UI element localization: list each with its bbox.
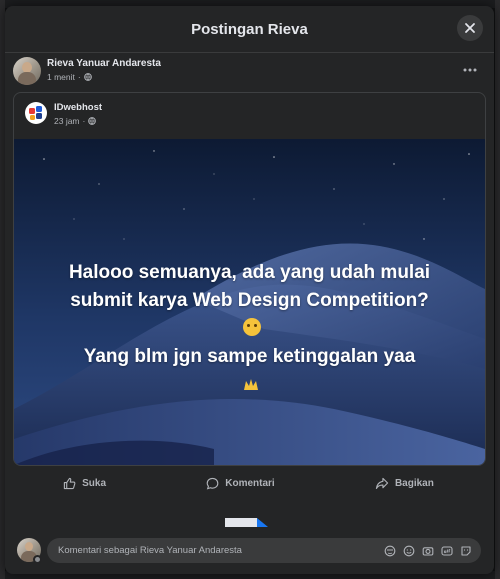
post-meta: 1 menit · bbox=[47, 72, 92, 82]
share-button[interactable]: Bagikan bbox=[355, 473, 454, 494]
shared-post-time[interactable]: 23 jam bbox=[54, 116, 80, 126]
shared-post: IDwebhost 23 jam · Halooo semuanya, ada … bbox=[13, 92, 486, 466]
comment-bubble-icon bbox=[206, 477, 219, 490]
loading-indicator bbox=[225, 518, 268, 527]
comment-label: Komentari bbox=[225, 477, 275, 489]
dialog-title: Postingan Rieva bbox=[191, 20, 308, 38]
avatar-sticker-icon bbox=[384, 545, 396, 556]
post-header: Rieva Yanuar Andaresta 1 menit · bbox=[13, 57, 483, 89]
page-name[interactable]: IDwebhost bbox=[54, 102, 102, 113]
post-dialog: Postingan Rieva Rieva Yanuar Andaresta 1… bbox=[5, 6, 494, 574]
gif-button[interactable] bbox=[441, 545, 453, 557]
gif-icon bbox=[441, 545, 453, 556]
sticker-button[interactable] bbox=[460, 545, 472, 557]
share-arrow-icon bbox=[375, 477, 389, 489]
backdrop bbox=[495, 0, 500, 579]
more-options-button[interactable] bbox=[461, 63, 479, 77]
close-icon bbox=[465, 23, 475, 33]
like-label: Suka bbox=[82, 477, 107, 489]
dialog-header: Postingan Rieva bbox=[5, 6, 494, 53]
caption-line: Halooo semuanya, ada yang udah mulai bbox=[68, 262, 431, 283]
caption-line: submit karya Web Design Competition? bbox=[14, 287, 485, 343]
comment-box bbox=[47, 538, 481, 563]
author-name[interactable]: Rieva Yanuar Andaresta bbox=[47, 58, 161, 69]
avatar-sticker-button[interactable] bbox=[384, 545, 396, 557]
comment-tools bbox=[384, 545, 472, 557]
sticker-icon bbox=[461, 545, 471, 556]
comment-composer bbox=[13, 534, 484, 568]
globe-icon bbox=[83, 73, 92, 81]
meta-separator: · bbox=[77, 72, 81, 82]
meta-separator: · bbox=[82, 116, 86, 126]
camera-icon bbox=[422, 546, 434, 556]
thumbs-up-icon bbox=[63, 477, 76, 489]
post-image[interactable]: Halooo semuanya, ada yang udah mulai sub… bbox=[14, 139, 485, 465]
post-time[interactable]: 1 menit bbox=[47, 72, 75, 82]
more-dots-icon bbox=[463, 68, 477, 72]
globe-icon bbox=[88, 117, 97, 125]
post-actions: Suka Komentari Bagikan bbox=[13, 468, 484, 498]
shared-post-header: IDwebhost 23 jam · bbox=[14, 93, 485, 139]
comment-input[interactable] bbox=[56, 544, 380, 557]
caption-line: Yang blm jgn sampe ketinggalan yaa bbox=[14, 343, 485, 399]
comment-button[interactable]: Komentari bbox=[186, 473, 294, 494]
camera-button[interactable] bbox=[422, 545, 434, 557]
share-label: Bagikan bbox=[394, 477, 434, 489]
like-button[interactable]: Suka bbox=[43, 473, 126, 494]
shared-post-meta: 23 jam · bbox=[54, 116, 97, 126]
close-button[interactable] bbox=[457, 15, 483, 41]
emoji-icon bbox=[403, 545, 415, 556]
thinking-face-emoji bbox=[242, 318, 261, 336]
page-logo[interactable] bbox=[25, 102, 47, 124]
author-avatar[interactable] bbox=[13, 57, 41, 85]
status-indicator bbox=[33, 555, 42, 564]
post-caption: Halooo semuanya, ada yang udah mulai sub… bbox=[14, 259, 485, 399]
raising-hands-emoji bbox=[243, 379, 258, 390]
emoji-button[interactable] bbox=[403, 545, 415, 557]
